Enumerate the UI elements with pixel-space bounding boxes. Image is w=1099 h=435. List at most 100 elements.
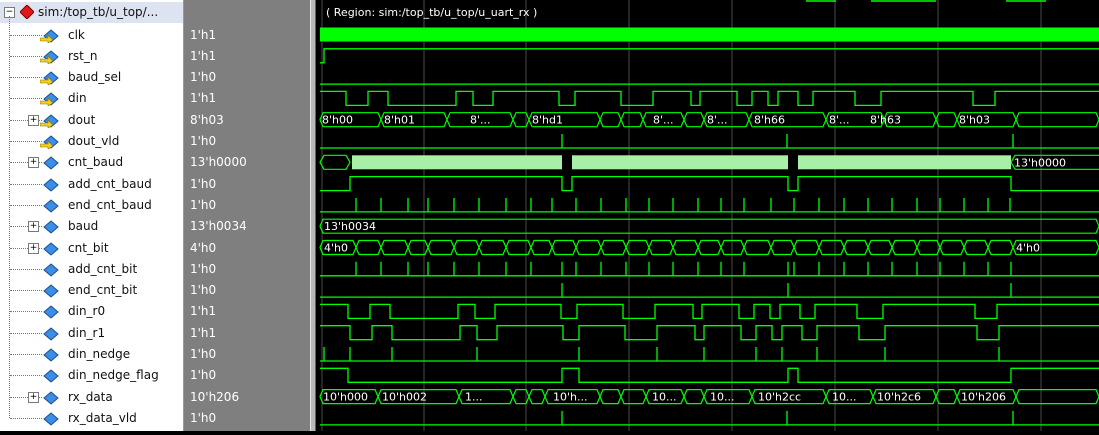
bus-segment — [683, 112, 705, 128]
signal-name: rst_n — [68, 48, 98, 63]
bus-value-label: 10'h... — [553, 391, 587, 404]
value-row[interactable]: 1'h1 — [184, 301, 310, 322]
value-row[interactable]: 1'h0 — [184, 365, 310, 386]
value-row[interactable]: 1'h1 — [184, 25, 310, 46]
expand-icon[interactable]: + — [28, 157, 39, 169]
signal-value: 4'h0 — [190, 240, 217, 255]
expand-icon[interactable]: + — [28, 221, 39, 233]
tree-branch — [10, 268, 42, 270]
bus-segment — [478, 239, 507, 256]
value-row[interactable]: 1'h0 — [184, 174, 310, 195]
signal-name: din_nedge — [68, 347, 131, 361]
bus-segment — [505, 239, 532, 256]
signal-value: 13'h0034 — [190, 219, 247, 234]
wave-window: − sim:/top_tb/u_top/... clk rst_n baud_sel… — [0, 0, 1099, 431]
signal-row-end-cnt-bit[interactable]: end_cnt_bit — [0, 280, 183, 301]
signal-row-rx-data-vld[interactable]: rx_data_vld — [0, 408, 183, 429]
waveform-trace — [320, 90, 1099, 107]
signal-row-add-cnt-baud[interactable]: add_cnt_baud — [0, 174, 183, 195]
value-row[interactable]: 1'h1 — [184, 323, 310, 344]
signal-row-cnt-bit[interactable]: + cnt_bit — [0, 238, 183, 259]
signal-row-din-nedge-flag[interactable]: din_nedge_flag — [0, 365, 183, 386]
signal-value: 1'h0 — [190, 70, 217, 85]
bus-value-label: 8'... — [470, 114, 491, 127]
bus-segment — [319, 154, 351, 170]
signal-name: rx_data_vld — [68, 410, 137, 425]
bus-value-label: 13'h0034 — [324, 220, 376, 233]
bus-segment — [935, 112, 958, 128]
bus-value-label: 8'... — [707, 114, 728, 127]
signal-row-din-nedge[interactable]: din_nedge — [0, 344, 183, 365]
bus-segment — [793, 239, 820, 256]
signal-value: 10'h206 — [190, 389, 240, 404]
tree-branch — [10, 141, 42, 142]
signal-row-baud-sel[interactable]: baud_sel — [0, 67, 183, 88]
signal-name: clk — [68, 27, 85, 42]
signal-row-add-cnt-bit[interactable]: add_cnt_bit — [0, 259, 183, 280]
signal-row-rx-data[interactable]: + rx_data — [0, 387, 183, 408]
signal-internal-icon — [43, 156, 59, 170]
value-row[interactable]: 8'h03 — [184, 110, 310, 131]
tree-branch — [10, 204, 42, 206]
value-row[interactable]: 1'h0 — [184, 67, 310, 88]
value-row[interactable]: 13'h0034 — [184, 216, 310, 237]
signal-value: 1'h0 — [190, 197, 217, 212]
signal-name: rx_data — [68, 389, 113, 404]
waveform-canvas[interactable]: 8'h00 8'h01 8'... 8'hd1 8'... 8'... 8'h66 8'...… — [316, 0, 1099, 431]
bus-segment — [620, 112, 644, 128]
bus-value-label: 8'h00 — [322, 114, 353, 127]
signal-name: din_r1 — [68, 325, 106, 340]
bus-value-label: 8'... — [829, 114, 850, 127]
signal-row-end-cnt-baud[interactable]: end_cnt_baud — [0, 195, 183, 216]
value-row[interactable]: 1'h0 — [184, 259, 310, 280]
value-row[interactable]: 1'h0 — [184, 280, 310, 301]
value-row[interactable]: 1'h0 — [184, 344, 310, 365]
region-label: ( Region: sim:/top_tb/u_top/u_uart_rx ) — [326, 6, 538, 19]
signal-internal-icon — [43, 177, 59, 192]
tree-branch — [10, 55, 42, 57]
signal-row-din-r0[interactable]: din_r0 — [0, 301, 183, 322]
signal-name: din — [68, 91, 87, 106]
signal-internal-icon — [43, 284, 59, 298]
signal-name: dout_vld — [68, 134, 120, 148]
bus-segment — [528, 389, 546, 405]
bus-segment — [530, 239, 553, 256]
signal-value: 1'h0 — [190, 134, 217, 148]
value-row[interactable]: 13'h0000 — [184, 152, 310, 173]
value-row[interactable]: 1'h1 — [184, 88, 310, 109]
expand-icon[interactable]: + — [28, 391, 39, 403]
scope-row[interactable]: − sim:/top_tb/u_top/... — [0, 2, 183, 23]
bus-value-label: 4'h0 — [1016, 242, 1040, 255]
signal-internal-icon — [43, 348, 59, 362]
tree-branch — [10, 375, 42, 377]
value-row[interactable]: 1'h0 — [184, 131, 310, 152]
signal-value: 1'h1 — [190, 27, 217, 42]
value-row[interactable]: 1'h0 — [184, 195, 310, 216]
expand-icon[interactable]: + — [28, 114, 39, 126]
signal-row-dout-vld[interactable]: dout_vld — [0, 131, 183, 152]
value-row[interactable]: 10'h206 — [184, 387, 310, 408]
bus-segment — [867, 239, 893, 256]
bus-value-label: 10'h206 — [961, 391, 1006, 404]
signal-row-cnt-baud[interactable]: + cnt_baud — [0, 152, 183, 173]
bus-value-label: 8'hd1 — [532, 114, 563, 127]
signal-row-dout[interactable]: + dout — [0, 110, 183, 131]
signal-name: din_r0 — [68, 304, 106, 319]
signal-row-baud[interactable]: + baud — [0, 216, 183, 237]
scope-diamond-icon — [20, 5, 34, 19]
signal-internal-icon — [43, 263, 59, 277]
bus-segment — [697, 239, 722, 256]
bus-segment — [599, 389, 622, 405]
value-row[interactable]: 1'h0 — [184, 408, 310, 429]
signal-value: 1'h0 — [190, 410, 217, 425]
bus-segment — [648, 239, 674, 256]
signal-row-clk[interactable]: clk — [0, 25, 183, 46]
value-row[interactable]: 1'h1 — [184, 46, 310, 67]
signal-row-din[interactable]: din — [0, 88, 183, 109]
expand-icon[interactable]: + — [28, 242, 39, 254]
signal-value: 1'h0 — [190, 261, 217, 276]
value-row[interactable]: 4'h0 — [184, 238, 310, 259]
waveform-trace — [320, 303, 1099, 320]
signal-row-rst-n[interactable]: rst_n — [0, 46, 183, 67]
signal-row-din-r1[interactable]: din_r1 — [0, 323, 183, 344]
